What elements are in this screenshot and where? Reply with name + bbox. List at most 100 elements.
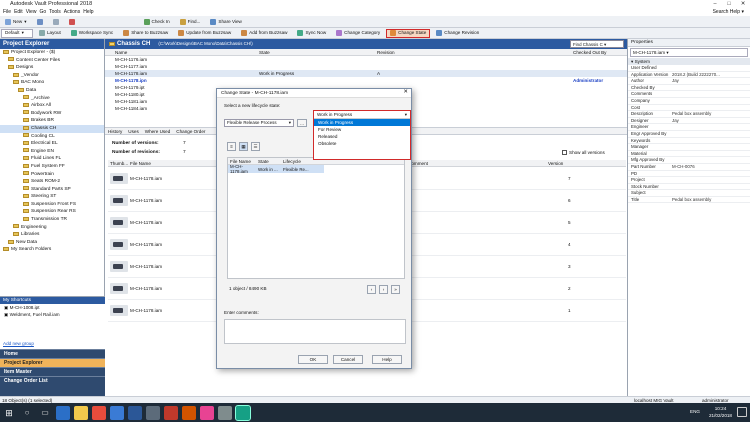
tab-uses[interactable]: Uses (125, 129, 141, 134)
tree-item[interactable]: Designs (0, 64, 104, 72)
change-state-button[interactable]: Change State (386, 28, 431, 38)
change-revision-button[interactable]: Change Revision (432, 29, 483, 38)
delete-icon[interactable] (65, 17, 79, 26)
maximize-icon[interactable]: □ (722, 0, 736, 9)
tree-item[interactable]: _Vendor (0, 72, 104, 80)
app-icon[interactable] (218, 405, 232, 420)
property-row[interactable]: Part Number M-CH-0076 (628, 164, 750, 171)
tree-item[interactable]: BAC Mono (0, 79, 104, 87)
property-row[interactable]: Author Jay (628, 78, 750, 85)
property-row[interactable]: Description Pedal box assembly (628, 111, 750, 118)
col-state[interactable]: State (255, 49, 377, 56)
tree-item[interactable]: Suspension Front FS (0, 201, 104, 209)
checkin-button[interactable]: Check In (140, 17, 174, 26)
menu-help[interactable]: Help (83, 9, 93, 16)
sync-now-button[interactable]: Sync Now (293, 29, 330, 38)
menu-actions[interactable]: Actions (64, 9, 80, 16)
comments-textarea[interactable] (224, 319, 406, 344)
tree-item[interactable]: Suspension Rear RS (0, 208, 104, 216)
add-buzzsaw-button[interactable]: Add from Buzzsaw (237, 29, 291, 38)
tree-item[interactable]: Libraries (0, 231, 104, 239)
hist-col-version[interactable]: Version (548, 160, 563, 167)
tree-item[interactable]: New Data (0, 239, 104, 247)
new-button[interactable]: New ▾ (1, 17, 31, 26)
tree-item[interactable]: My Search Folders (0, 246, 104, 254)
find-folder-select[interactable]: Find Chassis C ▾ (570, 40, 624, 48)
ok-button[interactable]: OK (298, 355, 328, 364)
tree-item[interactable]: Fuel System FF (0, 163, 104, 171)
chrome-icon[interactable] (92, 405, 106, 420)
menu-tools[interactable]: Tools (49, 9, 61, 16)
tab-history[interactable]: History (105, 129, 125, 134)
col-revision[interactable]: Revision (377, 49, 573, 56)
hist-col-thumb[interactable]: Thumb... (108, 160, 128, 167)
tree-item[interactable]: Bodywork RW (0, 110, 104, 118)
nav-project-explorer[interactable]: Project Explorer (0, 358, 105, 367)
property-row[interactable]: PD (628, 171, 750, 178)
prev-icon[interactable]: ‹ (367, 285, 376, 294)
state-dropdown[interactable]: Work in Progress ▾ Work in Progress For R… (313, 110, 411, 160)
state-option-obsolete[interactable]: Obsolete (314, 140, 410, 147)
dialog-grid-row[interactable]: M-CH-1178.iam Work in ... Flexible Re... (228, 164, 324, 174)
app-icon[interactable] (146, 405, 160, 420)
show-all-versions[interactable]: Show all versions (562, 150, 605, 155)
tree-item[interactable]: Project Explorer - ($) (0, 49, 104, 57)
property-row[interactable]: Project (628, 177, 750, 184)
property-row[interactable]: Engr Approved By (628, 131, 750, 138)
nav-home[interactable]: Home (0, 349, 105, 358)
tree-item[interactable]: _Archive (0, 95, 104, 103)
tree-item[interactable]: Data (0, 87, 104, 95)
tree-item[interactable]: Content Center Files (0, 57, 104, 65)
next-icon[interactable]: › (379, 285, 388, 294)
properties-file-select[interactable]: M-CH-1178.iam ▾ (630, 48, 748, 57)
tab-change-order[interactable]: Change Order (173, 129, 208, 134)
property-row[interactable]: Stock Number (628, 184, 750, 191)
nav-change-order-list[interactable]: Change Order List (0, 376, 105, 385)
state-option-review[interactable]: For Review (314, 126, 410, 133)
list-view-icon[interactable]: ≡ (227, 142, 236, 151)
tree-item[interactable]: Chassis CH (0, 124, 104, 133)
clock[interactable]: 10:24 21/02/2018 (709, 405, 732, 419)
property-row[interactable]: Company (628, 98, 750, 105)
tree-item[interactable]: Electrical EL (0, 140, 104, 148)
menu-file[interactable]: File (3, 9, 11, 16)
change-category-button[interactable]: Change Category (332, 29, 384, 38)
property-row[interactable]: Keywords (628, 138, 750, 145)
tree-item[interactable]: Fluid Lines FL (0, 155, 104, 163)
update-buzzsaw-button[interactable]: Update from Buzzsaw (174, 29, 235, 38)
search-help[interactable]: Search Help ▾ (713, 9, 744, 16)
state-option-wip[interactable]: Work in Progress (314, 119, 410, 126)
dialog-col-lifecycle[interactable]: Lifecycle (283, 158, 301, 165)
property-row[interactable]: User Defined (628, 65, 750, 72)
show-all-checkbox[interactable] (562, 150, 567, 155)
explorer-icon[interactable] (74, 405, 88, 420)
property-row[interactable]: Material (628, 151, 750, 158)
tree-item[interactable]: Engine EN (0, 148, 104, 156)
file-row[interactable]: M-CH-1178.ipn Administrator (105, 77, 627, 84)
lifecycle-more-button[interactable]: ... (297, 119, 307, 127)
tab-where-used[interactable]: Where Used (142, 129, 174, 134)
layout-button[interactable]: Layout (35, 29, 65, 38)
tree-item[interactable]: Brakes BR (0, 117, 104, 125)
property-row[interactable]: Cost (628, 105, 750, 112)
menu-go[interactable]: Go (39, 9, 46, 16)
file-row[interactable]: M-CH-1177.iam (105, 63, 627, 70)
copy-icon[interactable] (49, 17, 63, 26)
nav-item-master[interactable]: Item Master (0, 367, 105, 376)
workspace-sync-button[interactable]: Workspace Sync (67, 29, 117, 38)
app-icon[interactable] (200, 405, 214, 420)
shortcut-item[interactable]: ▣ Weldment, Fuel Rail.iam (0, 311, 105, 318)
menu-view[interactable]: View (26, 9, 37, 16)
dialog-close-icon[interactable]: ✕ (403, 89, 408, 95)
help-button[interactable]: Help (372, 355, 402, 364)
minimize-icon[interactable]: – (708, 0, 722, 9)
notifications-icon[interactable] (737, 407, 747, 417)
edge-icon[interactable] (56, 405, 70, 420)
tree-item[interactable]: Standard Parts SP (0, 186, 104, 194)
share-buzzsaw-button[interactable]: Share to Buzzsaw (119, 29, 172, 38)
store-icon[interactable] (110, 405, 124, 420)
lifecycle-select[interactable]: Flexible Release Process ▾ (224, 119, 294, 127)
close-icon[interactable]: ✕ (736, 0, 750, 9)
property-row[interactable]: Engineer (628, 124, 750, 131)
property-row[interactable]: Manager (628, 144, 750, 151)
